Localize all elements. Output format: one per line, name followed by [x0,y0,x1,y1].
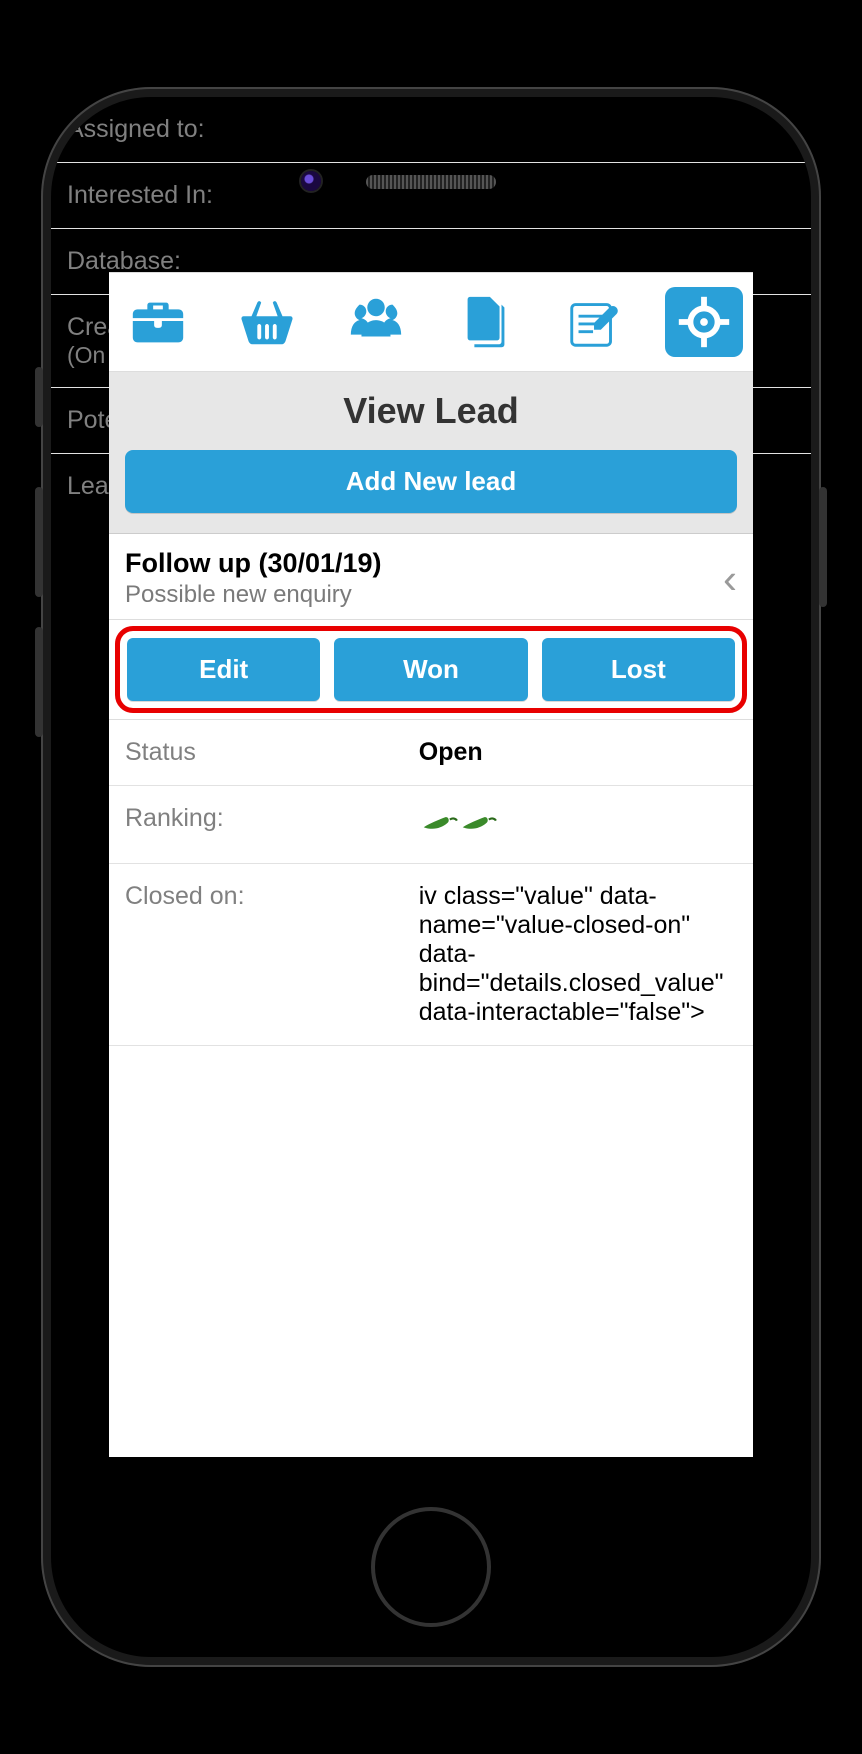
app-screen: View Lead Add New lead Follow up (30/01/… [109,272,753,1457]
label-assigned-to: Assigned to: [67,115,416,144]
phone-camera [301,171,321,191]
nav-target[interactable] [665,287,743,357]
row-status: Status Open [109,720,753,786]
page-header: View Lead Add New lead [109,372,753,534]
nav-people[interactable] [337,287,415,357]
phone-earpiece [366,175,496,189]
compose-icon [564,291,626,353]
nav-compose[interactable] [556,287,634,357]
edit-button[interactable]: Edit [127,638,320,701]
nav-documents[interactable] [447,287,525,357]
people-icon [345,291,407,353]
nav-basket[interactable] [228,287,306,357]
nav-briefcase[interactable] [119,287,197,357]
lead-title: Follow up (30/01/19) [125,548,715,579]
won-button[interactable]: Won [334,638,527,701]
briefcase-icon [127,291,189,353]
label-interested-in: Interested In: [67,181,416,210]
row-ranking: Ranking: [109,786,753,864]
row-assigned-to: Assigned to: Joe Bloggs [51,97,811,163]
chevron-left-icon[interactable]: ‹ [715,555,737,603]
row-interested-in: Interested In: Salestracker [51,163,811,229]
value-status: Open [419,738,737,767]
label-status: Status [125,738,419,767]
chilli-icon [449,798,500,851]
lead-subtitle: Possible new enquiry [125,581,715,609]
action-buttons-section: Edit Won Lost [109,620,753,720]
label-ranking: Ranking: [125,804,419,833]
lost-button[interactable]: Lost [542,638,735,701]
basket-icon [236,291,298,353]
row-closed-on: Closed on: iv class="value" data-name="v… [109,864,753,1046]
documents-icon [455,291,517,353]
lead-summary[interactable]: Follow up (30/01/19) Possible new enquir… [109,534,753,620]
top-nav [109,272,753,372]
value-ranking [419,804,737,845]
label-closed-on: Closed on: [125,882,419,911]
page-title: View Lead [125,390,737,432]
add-new-lead-button[interactable]: Add New lead [125,450,737,513]
value-assigned-to: Joe Bloggs [416,115,795,144]
target-icon [673,291,735,353]
phone-home-button[interactable] [371,1507,491,1627]
